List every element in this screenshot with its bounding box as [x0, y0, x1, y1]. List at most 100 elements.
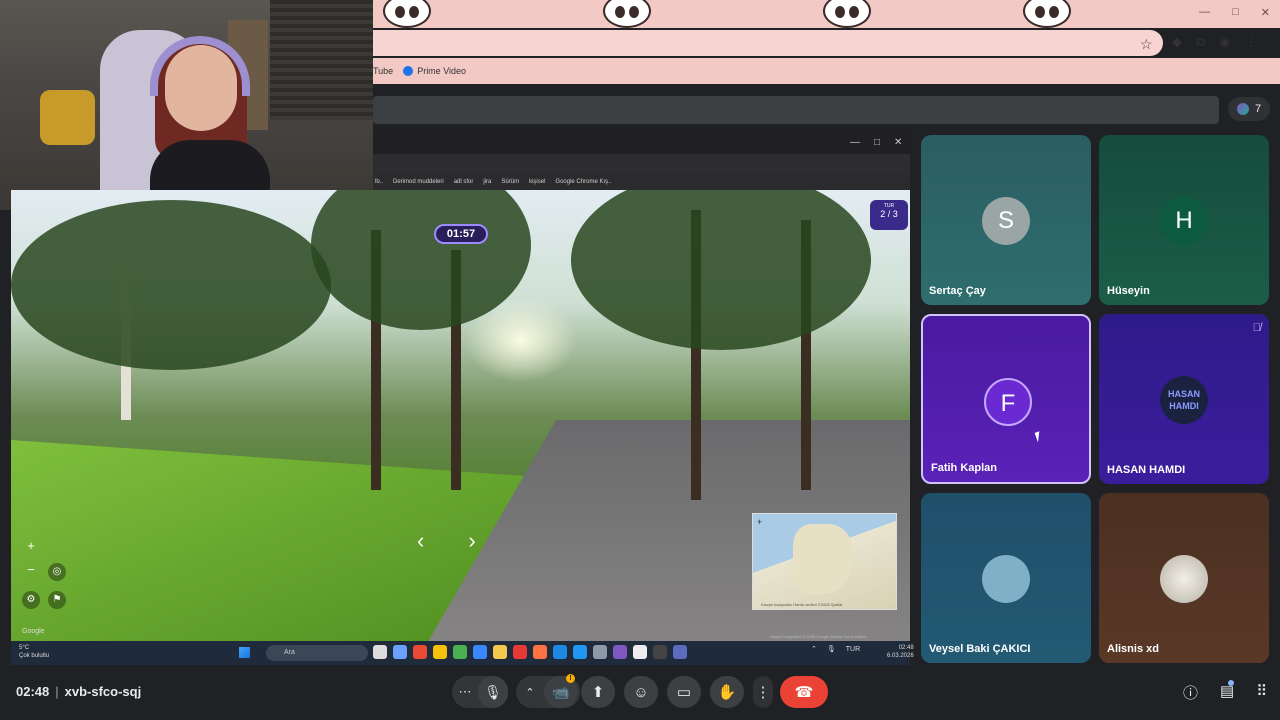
captions-icon: ▭ — [676, 684, 692, 701]
return-to-start-icon[interactable]: ◎ — [48, 563, 66, 581]
zoom-out-button[interactable]: − — [22, 561, 40, 579]
shared-bookmark: lb.. — [375, 179, 384, 185]
windows-start-icon[interactable] — [239, 647, 250, 658]
app-icon[interactable] — [673, 645, 687, 659]
shared-bookmark: Sürüm — [501, 179, 520, 185]
microphone-icon[interactable]: 🎙 — [478, 676, 508, 708]
participant-name: Alisnis xd — [1107, 643, 1159, 655]
participant-tile[interactable]: 🎙̸ HASAN HAMDI HASAN HAMDI — [1099, 314, 1269, 484]
shared-window-controls: — □ ✕ — [850, 137, 902, 148]
participant-tile[interactable]: H Hüseyin — [1099, 135, 1269, 305]
chrome-icon[interactable] — [433, 645, 447, 659]
close-button[interactable]: ✕ — [1261, 6, 1270, 19]
kebab-icon: ⋮ — [755, 684, 771, 701]
street-view-canopy — [311, 190, 531, 330]
puzzle-icon[interactable]: ⧉ — [1196, 34, 1205, 50]
mic-off-icon: 🎙̸ — [1252, 322, 1261, 334]
taskbar-search[interactable]: Ara — [266, 645, 368, 661]
participant-tile[interactable]: Veysel Baki ÇAKICI — [921, 493, 1091, 663]
participant-avatar: H — [1160, 197, 1208, 245]
taskview-icon[interactable] — [373, 645, 387, 659]
meeting-details: 02:48 | xvb-sfco-sqj — [16, 684, 142, 699]
taskbar-clock[interactable]: 02:48 6.03.2026 — [887, 644, 914, 660]
participant-tile-active-speaker[interactable]: F Fatih Kaplan — [921, 314, 1091, 484]
shared-bookmark: adl sfor — [453, 179, 474, 185]
address-bar[interactable] — [373, 30, 1163, 56]
maximize-button[interactable]: □ — [1232, 6, 1239, 19]
browser-window-controls: — □ ✕ — [1199, 6, 1270, 19]
meet-top-bar — [373, 96, 1219, 124]
minimize-button[interactable]: — — [1199, 6, 1210, 19]
shared-bookmark: jira — [483, 179, 492, 185]
app-icon[interactable] — [613, 645, 627, 659]
present-screen-button[interactable]: ⬆ — [581, 676, 615, 708]
bookmark-star-icon[interactable]: ☆ — [1140, 36, 1153, 53]
profile-icon[interactable]: ◉ — [1219, 34, 1230, 50]
taskbar-apps — [373, 645, 687, 659]
streamer-webcam — [0, 0, 373, 210]
extension-icon[interactable]: ◆ — [1172, 34, 1182, 50]
steam-icon[interactable] — [553, 645, 567, 659]
bookmark-youtube[interactable]: Tube — [373, 66, 393, 76]
shared-bookmarks-bar: lb.. Derimod muddeleri adl sfor jira Sür… — [373, 174, 910, 190]
shared-maximize-icon: □ — [874, 137, 881, 148]
tray-chevron-icon[interactable]: ⌃ — [811, 645, 817, 653]
caret-up-icon[interactable]: ⌃ — [516, 686, 544, 699]
tray-language[interactable]: TUR — [846, 646, 860, 653]
vscode-icon[interactable] — [573, 645, 587, 659]
audio-options-icon[interactable]: ⋯ — [452, 684, 478, 700]
kebab-menu-icon[interactable]: ⋮ — [1245, 34, 1258, 50]
street-view-nav-arrows[interactable]: ‹› — [417, 528, 520, 554]
street-view-canopy — [571, 190, 871, 350]
participant-tile[interactable]: Alisnis xd — [1099, 493, 1269, 663]
app-icon[interactable] — [473, 645, 487, 659]
guess-minimap[interactable]: + Klavye kısayolları Harita verileri ©20… — [752, 513, 897, 610]
participant-avatar-logo: HASAN HAMDI — [1160, 376, 1208, 424]
emoji-icon: ☺ — [633, 683, 649, 701]
emoji-button[interactable]: ☺ — [624, 676, 658, 708]
notion-icon[interactable] — [633, 645, 647, 659]
round-timer: 01:57 — [434, 224, 488, 244]
app-icon[interactable] — [513, 645, 527, 659]
leave-call-button[interactable]: ☎ — [780, 676, 828, 708]
participant-avatar: S — [982, 197, 1030, 245]
brave-icon[interactable] — [413, 645, 427, 659]
participant-avatar-photo — [982, 555, 1030, 603]
app-icon[interactable] — [653, 645, 667, 659]
bookmark-prime-video[interactable]: Prime Video — [403, 66, 466, 76]
participants-chip[interactable]: 7 — [1228, 97, 1270, 121]
hangup-icon: ☎ — [794, 684, 814, 701]
captions-button[interactable]: ▭ — [667, 676, 701, 708]
flag-icon[interactable]: ⚑ — [48, 591, 66, 609]
info-icon[interactable]: ⓘ — [1183, 682, 1198, 703]
shared-bookmark: Derimod muddeleri — [393, 179, 444, 185]
zoom-in-button[interactable]: + — [22, 537, 40, 555]
minimap-landmass — [793, 524, 853, 594]
participant-tile[interactable]: S Sertaç Çay — [921, 135, 1091, 305]
participant-name: Veysel Baki ÇAKICI — [929, 643, 1031, 655]
chat-notification-dot — [1228, 680, 1234, 686]
more-options-button[interactable]: ⋮ — [753, 676, 773, 708]
participant-name: Sertaç Çay — [929, 285, 986, 297]
street-view-credits: Klavye kısayolları © 2026 Google Şartlar… — [770, 634, 867, 639]
participant-name: HASAN HAMDI — [1107, 464, 1186, 476]
file-explorer-icon[interactable] — [493, 645, 507, 659]
activities-grid-icon[interactable]: ⠿ — [1256, 682, 1267, 703]
round-indicator: TUR 2 / 3 — [870, 200, 908, 230]
warning-icon: ! — [566, 674, 575, 683]
copilot-icon[interactable] — [393, 645, 407, 659]
extension-icons: ◆ ⧉ ◉ ⋮ — [1172, 34, 1258, 50]
theme-cat-art — [823, 0, 871, 28]
settings-gear-icon[interactable]: ⚙ — [22, 591, 40, 609]
minimap-expand-icon[interactable]: + — [757, 517, 762, 527]
system-tray: ⌃ 🎙 TUR — [811, 645, 860, 654]
app-icon[interactable] — [533, 645, 547, 659]
windows-taskbar: 5°C Çok bulutlu Ara ⌃ 🎙 TUR 02:48 6.03.2… — [11, 641, 914, 665]
weather-widget[interactable]: 5°C Çok bulutlu — [19, 644, 49, 660]
participant-avatar-photo — [1160, 555, 1208, 603]
chrome-icon[interactable] — [453, 645, 467, 659]
present-icon: ⬆ — [591, 684, 605, 701]
tray-mic-icon[interactable]: 🎙 — [827, 645, 836, 653]
app-icon[interactable] — [593, 645, 607, 659]
raise-hand-button[interactable]: ✋ — [710, 676, 744, 708]
